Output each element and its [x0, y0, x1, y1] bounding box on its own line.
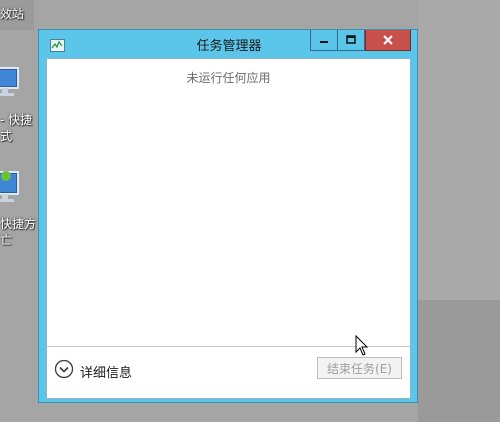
chevron-down-circle-icon	[54, 359, 74, 383]
task-manager-app-icon	[50, 37, 65, 52]
desktop-icon-label-top: 效站	[0, 7, 25, 21]
minimize-button[interactable]	[310, 30, 338, 51]
shortcut-label-line1: - 快捷	[0, 113, 33, 127]
close-button[interactable]	[365, 30, 411, 51]
shortcut-label-line2: 式	[0, 129, 13, 143]
desktop-background-panel	[418, 300, 500, 422]
empty-state-message: 未运行任何应用	[186, 71, 271, 85]
close-icon	[383, 35, 393, 45]
more-details-toggle[interactable]: 详细信息	[54, 359, 133, 383]
maximize-icon	[346, 35, 356, 44]
more-details-label: 详细信息	[80, 365, 133, 381]
desktop-background-panel	[418, 0, 500, 300]
shortcut-label-line1: 快捷方	[0, 217, 37, 231]
title-bar[interactable]: 任务管理器	[39, 30, 417, 58]
window-title: 任务管理器	[196, 39, 262, 54]
shortcut-label-line2: 亡	[0, 233, 13, 247]
network-computer-icon[interactable]	[0, 168, 22, 214]
mouse-cursor-icon	[355, 334, 369, 361]
computer-icon[interactable]	[0, 66, 22, 110]
minimize-icon	[320, 41, 328, 43]
maximize-button[interactable]	[338, 30, 365, 51]
